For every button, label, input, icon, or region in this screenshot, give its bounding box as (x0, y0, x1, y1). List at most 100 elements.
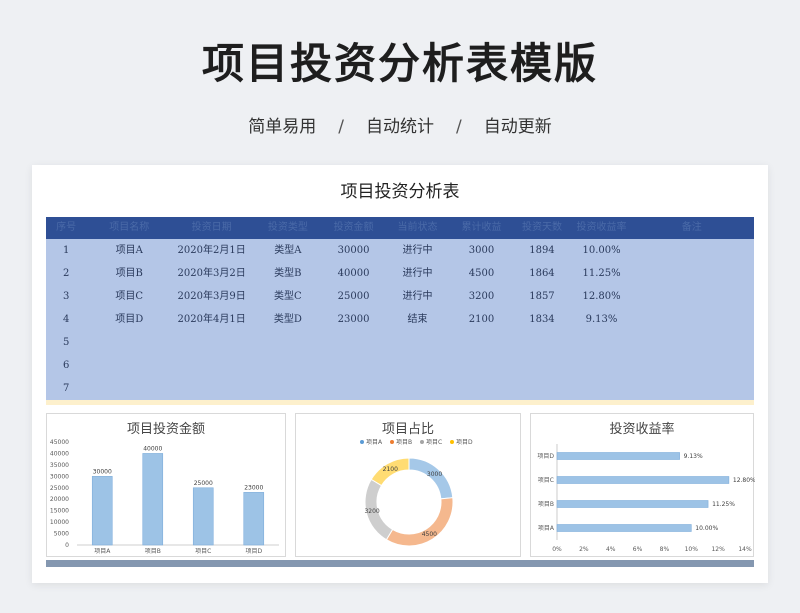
legend-label: 项目D (456, 439, 473, 446)
cell-col-rate[interactable]: 12.80% (574, 285, 630, 308)
cell-col-amount[interactable] (325, 354, 383, 377)
bar-data-label: 30000 (93, 468, 112, 475)
cell-col-date[interactable] (172, 331, 251, 354)
cell-col-date[interactable]: 2020年4月1日 (172, 308, 251, 331)
cell-col-date[interactable]: 2020年3月2日 (172, 262, 251, 285)
cell-col-income[interactable]: 3000 (453, 239, 511, 262)
slice-data-label: 4500 (422, 531, 437, 538)
cell-col-rate[interactable]: 9.13% (574, 308, 630, 331)
hbar-data-label: 10.00% (695, 525, 718, 532)
cell-col-income[interactable] (453, 331, 511, 354)
cell-col-type[interactable]: 类型D (251, 308, 325, 331)
cell-col-income[interactable]: 4500 (453, 262, 511, 285)
cell-col-project[interactable]: 项目B (86, 262, 172, 285)
cell-col-type[interactable] (251, 377, 325, 400)
legend-label: 项目C (426, 439, 442, 446)
tag-auto-update: 自动更新 (483, 117, 552, 137)
x-tick-label: 12% (711, 546, 725, 553)
bar-1 (91, 476, 113, 546)
cell-col-income[interactable] (453, 354, 511, 377)
y-tick-label: 45000 (50, 439, 69, 446)
cell-col-rate[interactable] (574, 354, 630, 377)
cell-col-amount[interactable]: 25000 (325, 285, 383, 308)
cell-col-index[interactable]: 2 (46, 262, 86, 285)
cell-col-note[interactable] (630, 239, 754, 262)
x-tick-label: 8% (660, 546, 670, 553)
cell-col-status[interactable] (382, 331, 452, 354)
cell-col-index[interactable]: 7 (46, 377, 86, 400)
cell-col-amount[interactable]: 40000 (325, 262, 383, 285)
x-tick-label: 10% (685, 546, 699, 553)
cell-col-days[interactable]: 1857 (510, 285, 573, 308)
cell-col-amount[interactable]: 23000 (325, 308, 383, 331)
y-tick-label: 项目C (538, 477, 554, 484)
cell-col-note[interactable] (630, 377, 754, 400)
bar-4 (243, 492, 265, 546)
cell-col-rate[interactable] (574, 331, 630, 354)
cell-col-days[interactable]: 1864 (510, 262, 573, 285)
chart-panel-share: 项目占比 项目A 项目B 项目C 项目D 3000 4500 3200 2100 (295, 413, 521, 557)
legend-marker (360, 440, 364, 444)
cell-col-project[interactable]: 项目D (86, 308, 172, 331)
x-tick-label: 4% (606, 546, 616, 553)
cell-col-days[interactable] (510, 331, 573, 354)
cell-col-status[interactable]: 进行中 (382, 239, 452, 262)
cell-col-days[interactable]: 1894 (510, 239, 573, 262)
cell-col-status[interactable]: 进行中 (382, 285, 452, 308)
cell-col-index[interactable]: 1 (46, 239, 86, 262)
share-donut-chart: 项目A 项目B 项目C 项目D 3000 4500 3200 2100 (360, 439, 473, 547)
cell-col-project[interactable]: 项目A (86, 239, 172, 262)
cell-col-type[interactable]: 类型A (251, 239, 325, 262)
cell-col-income[interactable]: 2100 (453, 308, 511, 331)
cell-col-index[interactable]: 3 (46, 285, 86, 308)
cell-col-days[interactable] (510, 354, 573, 377)
cell-col-index[interactable]: 4 (46, 308, 86, 331)
return-rate-chart: 0% 2% 4% 6% 8% 10% 12% 14% 10.00% 项目A 11.25% 项目B 12.… (537, 444, 755, 553)
bar-data-label: 25000 (194, 480, 213, 487)
cell-col-income[interactable]: 3200 (453, 285, 511, 308)
cell-col-status[interactable]: 进行中 (382, 262, 452, 285)
cell-col-rate[interactable] (574, 377, 630, 400)
cell-col-rate[interactable]: 10.00% (574, 239, 630, 262)
cell-col-index[interactable]: 5 (46, 331, 86, 354)
cell-col-project[interactable]: 项目C (86, 285, 172, 308)
cell-col-type[interactable] (251, 354, 325, 377)
cell-col-status[interactable]: 结束 (382, 308, 452, 331)
cell-col-days[interactable]: 1834 (510, 308, 573, 331)
cell-col-project[interactable] (86, 354, 172, 377)
cell-col-note[interactable] (630, 262, 754, 285)
x-tick-label: 6% (633, 546, 643, 553)
cell-col-type[interactable] (251, 331, 325, 354)
hbar-data-label: 11.25% (712, 501, 735, 508)
cell-col-note[interactable] (630, 331, 754, 354)
sheet-title: 项目投资分析表 (340, 182, 460, 202)
header-col-rate: 投资收益率 (576, 222, 627, 233)
hbar-data-label: 12.80% (733, 477, 755, 484)
cell-col-date[interactable] (172, 354, 251, 377)
header-col-status: 当前状态 (397, 222, 438, 233)
cell-col-date[interactable]: 2020年2月1日 (172, 239, 251, 262)
cell-col-rate[interactable]: 11.25% (574, 262, 630, 285)
cell-col-amount[interactable]: 30000 (325, 239, 383, 262)
tag-easy: 简单易用 (248, 117, 317, 137)
cell-col-date[interactable]: 2020年3月9日 (172, 285, 251, 308)
cell-col-status[interactable] (382, 354, 452, 377)
cell-col-date[interactable] (172, 377, 251, 400)
cell-col-note[interactable] (630, 285, 754, 308)
cell-col-amount[interactable] (325, 331, 383, 354)
cell-col-note[interactable] (630, 354, 754, 377)
cell-col-note[interactable] (630, 308, 754, 331)
investment-table: 序号 项目名称 投资日期 投资类型 投资金额 当前状态 累计收益 投资天数 投资收益率 备注 1项… (46, 217, 754, 405)
table-row: 4 项目D 2020年4月1日 类型D 23000 结束 2100 1834 9.13% (46, 308, 754, 331)
cell-col-type[interactable]: 类型C (251, 285, 325, 308)
cell-col-status[interactable] (382, 377, 452, 400)
cell-col-project[interactable] (86, 377, 172, 400)
y-tick-label: 项目A (538, 525, 555, 532)
cell-col-project[interactable] (86, 331, 172, 354)
cell-col-income[interactable] (453, 377, 511, 400)
cell-col-type[interactable]: 类型B (251, 262, 325, 285)
y-tick-label: 项目D (537, 453, 554, 460)
cell-col-amount[interactable] (325, 377, 383, 400)
cell-col-index[interactable]: 6 (46, 354, 86, 377)
cell-col-days[interactable] (510, 377, 573, 400)
